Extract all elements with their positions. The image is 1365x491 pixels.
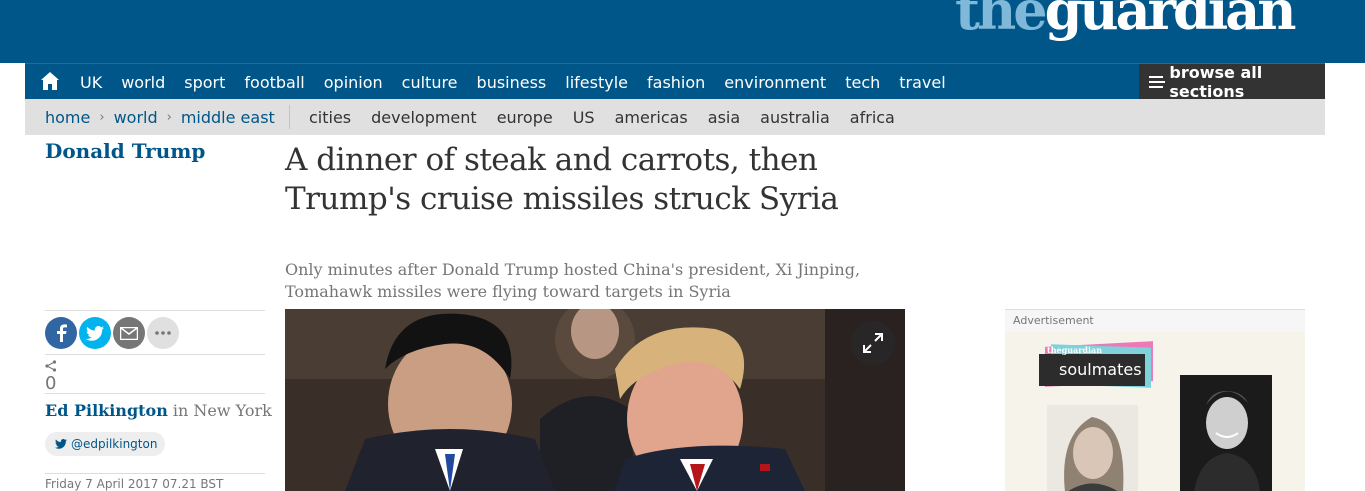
home-icon[interactable] — [39, 70, 61, 92]
nav-item-fashion[interactable]: fashion — [647, 73, 705, 92]
soulmates-logo: theguardian soulmates — [1039, 341, 1153, 388]
logo-guardian: guardian — [1044, 0, 1297, 42]
nav-item-travel[interactable]: travel — [899, 73, 945, 92]
twitter-share-button[interactable] — [79, 317, 111, 349]
facebook-share-button[interactable] — [45, 317, 77, 349]
ad-portrait-woman — [1047, 405, 1138, 491]
advertisement-label: Advertisement — [1005, 310, 1305, 332]
article-headline: A dinner of steak and carrots, then Trum… — [285, 142, 839, 217]
article-page: Donald Trump A dinner of steak and carro… — [25, 135, 1325, 491]
twitter-handle: @edpilkington — [71, 437, 158, 451]
soulmates-logo-guardian: theguardian — [1047, 345, 1103, 355]
ad-portrait-man — [1180, 375, 1272, 491]
share-buttons — [45, 317, 181, 349]
meta-divider — [45, 473, 265, 474]
series-label[interactable]: Donald Trump — [45, 139, 205, 163]
share-icon — [45, 360, 57, 372]
email-share-button[interactable] — [113, 317, 145, 349]
portrait-image — [1180, 375, 1272, 491]
nav-item-football[interactable]: football — [244, 73, 304, 92]
nav-item-world[interactable]: world — [121, 73, 165, 92]
more-share-button[interactable] — [147, 317, 179, 349]
nav-item-environment[interactable]: environment — [724, 73, 826, 92]
breadcrumb-world[interactable]: world — [114, 108, 158, 127]
meta-divider — [45, 310, 265, 311]
article-photo — [285, 309, 905, 491]
nav-item-uk[interactable]: UK — [80, 73, 102, 92]
subnav-item-cities[interactable]: cities — [309, 108, 351, 127]
byline-location: in New York — [172, 401, 272, 420]
masthead: theguardian — [0, 0, 1365, 63]
nav-items: UK world sport football opinion culture … — [80, 64, 965, 100]
breadcrumb-home[interactable]: home — [45, 108, 90, 127]
subnav-item-asia[interactable]: asia — [708, 108, 740, 127]
subnav-item-europe[interactable]: europe — [497, 108, 553, 127]
author-twitter-link[interactable]: @edpilkington — [45, 432, 166, 456]
subnav-item-australia[interactable]: australia — [760, 108, 830, 127]
guardian-logo[interactable]: theguardian — [955, 0, 1297, 37]
chevron-right-icon: › — [166, 109, 172, 125]
chevron-right-icon: › — [99, 109, 105, 125]
author-link[interactable]: Ed Pilkington — [45, 401, 168, 420]
soulmates-logo-text: soulmates — [1059, 360, 1142, 379]
expand-image-button[interactable] — [851, 321, 895, 365]
share-count-value: 0 — [45, 373, 57, 394]
expand-icon — [863, 333, 883, 353]
subnav-item-americas[interactable]: americas — [615, 108, 688, 127]
subnav-item-africa[interactable]: africa — [850, 108, 895, 127]
portrait-image — [1047, 405, 1138, 491]
twitter-icon — [55, 439, 67, 449]
article-main-image[interactable] — [285, 309, 905, 491]
subnav-links: cities development europe US americas as… — [309, 99, 915, 135]
logo-the: the — [955, 0, 1048, 42]
publication-date: Friday 7 April 2017 07.21 BST — [45, 477, 224, 491]
nav-item-tech[interactable]: tech — [845, 73, 880, 92]
nav-item-opinion[interactable]: opinion — [324, 73, 383, 92]
subnav-divider — [289, 105, 290, 129]
facebook-icon — [57, 324, 67, 342]
subnav-item-us[interactable]: US — [573, 108, 595, 127]
browse-label: browse all sections — [1169, 63, 1263, 101]
menu-icon — [1149, 76, 1166, 88]
article-standfirst: Only minutes after Donald Trump hosted C… — [285, 260, 861, 301]
nav-item-business[interactable]: business — [477, 73, 547, 92]
more-icon — [155, 331, 171, 335]
primary-nav: UK world sport football opinion culture … — [25, 63, 1325, 101]
soulmates-logo-box: theguardian soulmates — [1039, 345, 1145, 386]
breadcrumb: home › world › middle east — [45, 99, 275, 135]
nav-item-culture[interactable]: culture — [402, 73, 458, 92]
nav-item-sport[interactable]: sport — [184, 73, 225, 92]
twitter-icon — [86, 325, 104, 341]
meta-divider — [45, 354, 265, 355]
breadcrumb-middle-east[interactable]: middle east — [181, 108, 275, 127]
nav-item-lifestyle[interactable]: lifestyle — [565, 73, 628, 92]
byline: Ed Pilkington in New York — [45, 401, 272, 420]
meta-divider — [45, 393, 265, 394]
browse-all-sections-button[interactable]: browse all sections — [1139, 63, 1325, 101]
subnav-item-development[interactable]: development — [371, 108, 477, 127]
sub-nav: home › world › middle east cities develo… — [25, 99, 1325, 135]
advertisement[interactable]: Advertisement theguardian soulmates — [1005, 309, 1305, 491]
email-icon — [120, 326, 138, 340]
